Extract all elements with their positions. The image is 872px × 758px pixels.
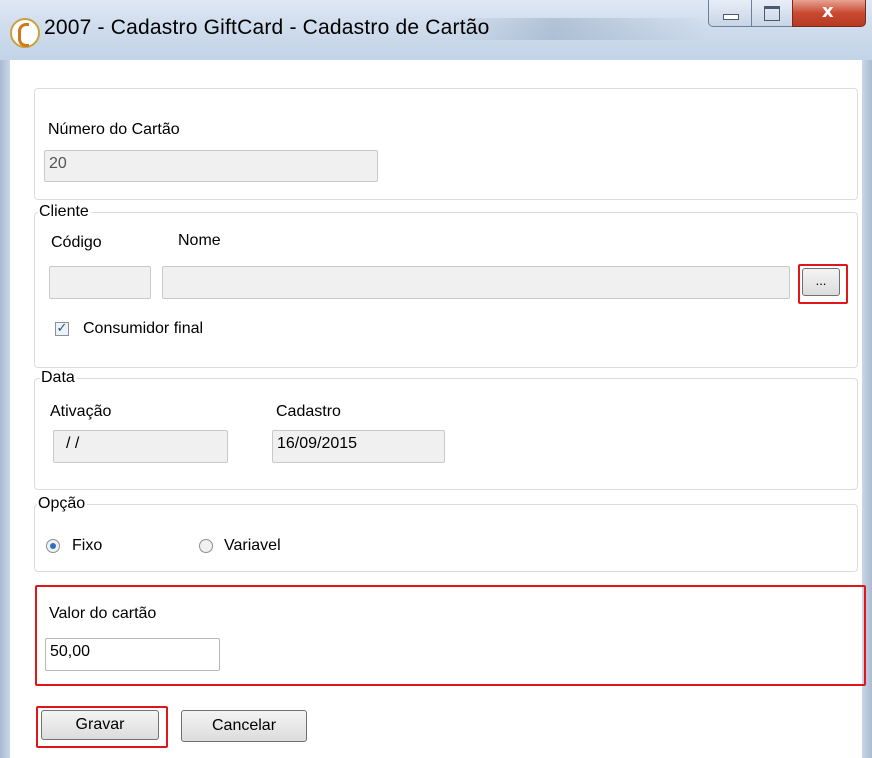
cancel-button[interactable]: Cancelar (181, 710, 307, 742)
card-number-field[interactable]: 20 (44, 150, 378, 182)
activation-label: Ativação (50, 403, 112, 420)
window-frame-left (0, 60, 10, 758)
client-code-label: Código (51, 234, 102, 251)
client-code-field[interactable] (49, 266, 151, 299)
option-legend: Opção (37, 495, 88, 513)
client-legend: Cliente (38, 203, 91, 221)
maximize-icon (764, 6, 780, 21)
date-legend: Data (40, 369, 77, 387)
activation-field[interactable]: / / (53, 430, 228, 463)
card-value-field[interactable]: 50,00 (45, 638, 220, 671)
window-title: 2007 - Cadastro GiftCard - Cadastro de C… (44, 16, 490, 39)
register-date-field[interactable]: 16/09/2015 (272, 430, 445, 463)
option-variavel-radio[interactable] (199, 539, 213, 553)
card-value-label: Valor do cartão (49, 605, 157, 622)
option-fixo-radio[interactable] (46, 539, 60, 553)
option-fixo-label: Fixo (72, 537, 103, 554)
close-button[interactable]: x (792, 0, 866, 27)
client-name-label: Nome (178, 232, 221, 249)
consumer-label: Consumidor final (83, 320, 204, 337)
app-logo-icon (10, 18, 40, 48)
card-number-group (34, 88, 858, 200)
window-controls: x (708, 0, 868, 32)
minimize-icon (723, 14, 739, 20)
form-area: Número do Cartão 20 Cliente Código Nome … (10, 60, 866, 758)
close-icon: x (822, 1, 834, 22)
consumer-checkbox[interactable]: ✓ (55, 322, 69, 336)
option-variavel-label: Variavel (224, 537, 281, 554)
card-number-label: Número do Cartão (48, 121, 180, 138)
option-group (34, 504, 858, 572)
client-lookup-button[interactable]: ... (802, 268, 840, 296)
client-name-field[interactable] (162, 266, 790, 299)
maximize-button[interactable] (751, 0, 793, 27)
minimize-button[interactable] (708, 0, 752, 27)
register-date-label: Cadastro (276, 403, 341, 420)
title-bar: 2007 - Cadastro GiftCard - Cadastro de C… (0, 0, 872, 60)
save-button[interactable]: Gravar (41, 710, 159, 740)
